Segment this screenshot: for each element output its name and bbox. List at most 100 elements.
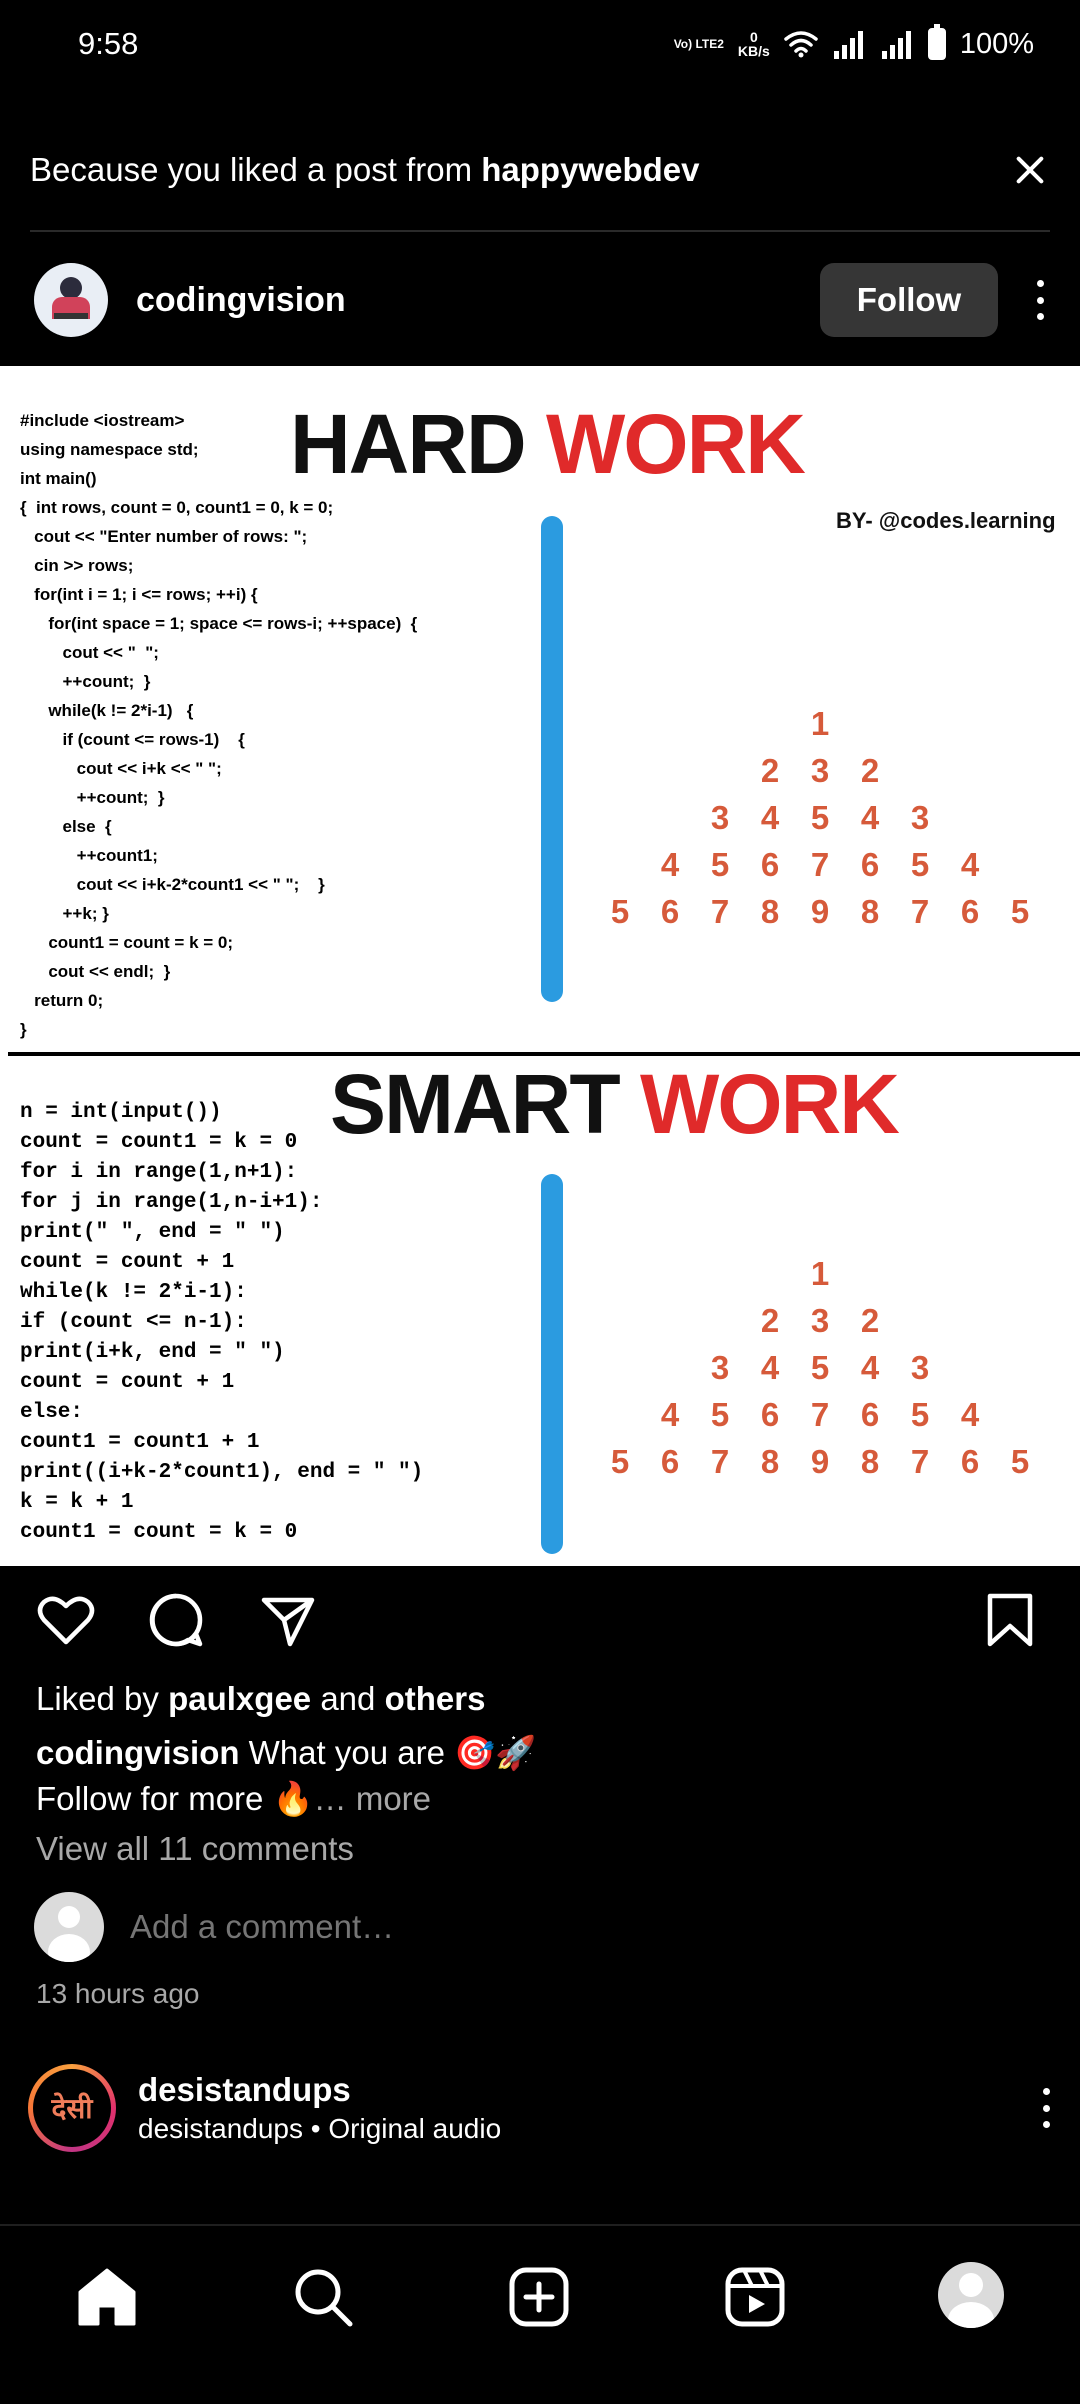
comment-icon[interactable] [146, 1590, 206, 1650]
pyramid-number: 5 [610, 1442, 630, 1480]
pyramid-number: 3 [910, 1348, 930, 1386]
share-icon[interactable] [258, 1590, 318, 1650]
pyramid-number: 4 [760, 798, 780, 836]
create-icon[interactable] [504, 2262, 574, 2332]
code-line: ++count; } [20, 672, 151, 691]
pyramid-number: 8 [760, 1442, 780, 1480]
code-line: cout << endl; } [20, 962, 171, 981]
code-line: } [20, 1020, 27, 1039]
code-line: cin >> rows; [20, 556, 134, 575]
signal-icon [881, 31, 911, 59]
number-pyramid: 1232345434567654567898765 [590, 1250, 1050, 1485]
status-time: 9:58 [78, 26, 139, 61]
pyramid-row: 1 [590, 1250, 1050, 1297]
next-post-header: देसी desistandups desistandups • Origina… [0, 2060, 1080, 2156]
pyramid-number: 7 [910, 892, 930, 930]
pyramid-number: 2 [760, 751, 780, 789]
pyramid-row: 1 [590, 700, 1050, 747]
code-line: cout << " "; [20, 643, 159, 662]
code-line: print(" ", end = " ") [20, 1221, 285, 1244]
pyramid-number: 4 [960, 1395, 980, 1433]
code-line: ++count; } [20, 788, 165, 807]
code-line: count1 = count1 + 1 [20, 1431, 260, 1454]
pyramid-number: 5 [710, 845, 730, 883]
pyramid-number: 3 [710, 1348, 730, 1386]
code-line: ++k; } [20, 904, 109, 923]
pyramid-row: 567898765 [590, 888, 1050, 935]
next-post-audio[interactable]: desistandups • Original audio [138, 2113, 501, 2145]
separator-bar [541, 516, 563, 1002]
post-image[interactable]: HARD WORK BY- @codes.learning #include <… [0, 366, 1080, 1566]
pyramid-number: 6 [760, 1395, 780, 1433]
caption-username[interactable]: codingvision [36, 1734, 240, 1771]
post-username[interactable]: codingvision [136, 281, 346, 320]
avatar [34, 1892, 104, 1962]
post-actions [0, 1586, 1080, 1662]
pyramid-row: 567898765 [590, 1438, 1050, 1485]
pyramid-number: 5 [610, 892, 630, 930]
pyramid-number: 2 [860, 751, 880, 789]
pyramid-row: 34543 [590, 794, 1050, 841]
pyramid-number: 5 [910, 1395, 930, 1433]
code-line: for(int i = 1; i <= rows; ++i) { [20, 585, 258, 604]
next-post-username[interactable]: desistandups [138, 2071, 501, 2109]
pyramid-row: 34543 [590, 1344, 1050, 1391]
pyramid-number: 4 [860, 798, 880, 836]
pyramid-number: 5 [810, 1348, 830, 1386]
pyramid-number: 5 [710, 1395, 730, 1433]
pyramid-number: 6 [960, 1442, 980, 1480]
suggestion-account[interactable]: happywebdev [481, 151, 699, 188]
avatar[interactable]: देसी [28, 2064, 116, 2152]
suggestion-text: Because you liked a post from happywebde… [30, 151, 700, 188]
code-line: using namespace std; [20, 440, 199, 459]
pyramid-number: 1 [810, 1254, 830, 1292]
code-line: for i in range(1,n+1): [20, 1161, 298, 1184]
pyramid-row: 232 [590, 747, 1050, 794]
pyramid-number: 8 [760, 892, 780, 930]
code-line: { int rows, count = 0, count1 = 0, k = 0… [20, 498, 334, 517]
pyramid-number: 7 [910, 1442, 930, 1480]
close-icon[interactable] [1010, 150, 1050, 190]
pyramid-number: 4 [760, 1348, 780, 1386]
bookmark-icon[interactable] [980, 1590, 1040, 1650]
code-line: count1 = count = k = 0; [20, 933, 234, 952]
avatar [938, 2262, 1004, 2328]
pyramid-number: 6 [860, 1395, 880, 1433]
pyramid-number: 5 [1010, 1442, 1030, 1480]
more-options-icon[interactable] [1040, 2088, 1052, 2128]
code-line: for(int space = 1; space <= rows-i; ++sp… [20, 614, 418, 633]
pyramid-number: 6 [960, 892, 980, 930]
profile-tab[interactable] [938, 2262, 1008, 2332]
pyramid-number: 4 [860, 1348, 880, 1386]
wifi-icon [784, 31, 818, 58]
pyramid-number: 7 [710, 1442, 730, 1480]
view-comments-link[interactable]: View all 11 comments [36, 1830, 354, 1868]
code-line: count = count1 = k = 0 [20, 1131, 298, 1154]
caption-more-link[interactable]: … more [314, 1780, 431, 1817]
battery-icon [927, 24, 946, 60]
pyramid-row: 4567654 [590, 841, 1050, 888]
separator-bar [541, 1174, 563, 1554]
pyramid-number: 2 [760, 1301, 780, 1339]
heart-icon[interactable] [36, 1590, 96, 1650]
code-line: int main() [20, 469, 97, 488]
pyramid-number: 5 [810, 798, 830, 836]
pyramid-number: 8 [860, 892, 880, 930]
status-bar: 9:58 Vo) LTE2 0 KB/s 100% [0, 0, 1080, 88]
number-pyramid: 1232345434567654567898765 [590, 700, 1050, 935]
pyramid-number: 5 [1010, 892, 1030, 930]
pyramid-number: 7 [710, 892, 730, 930]
likes-summary[interactable]: Liked by paulxgee and others [36, 1680, 485, 1718]
add-comment-row [34, 1892, 730, 1962]
follow-button[interactable]: Follow [820, 263, 998, 337]
search-icon[interactable] [288, 2262, 358, 2332]
smart-code-block: n = int(input()) count = count1 = k = 0 fo… [20, 1098, 423, 1548]
comment-input[interactable] [130, 1908, 730, 1946]
reels-icon[interactable] [720, 2262, 790, 2332]
avatar[interactable] [34, 263, 108, 337]
code-line: while(k != 2*i-1): [20, 1281, 247, 1304]
pyramid-number: 3 [910, 798, 930, 836]
more-options-icon[interactable] [1034, 280, 1046, 320]
post-header: codingvision Follow [0, 258, 1080, 342]
home-icon[interactable] [72, 2262, 142, 2332]
